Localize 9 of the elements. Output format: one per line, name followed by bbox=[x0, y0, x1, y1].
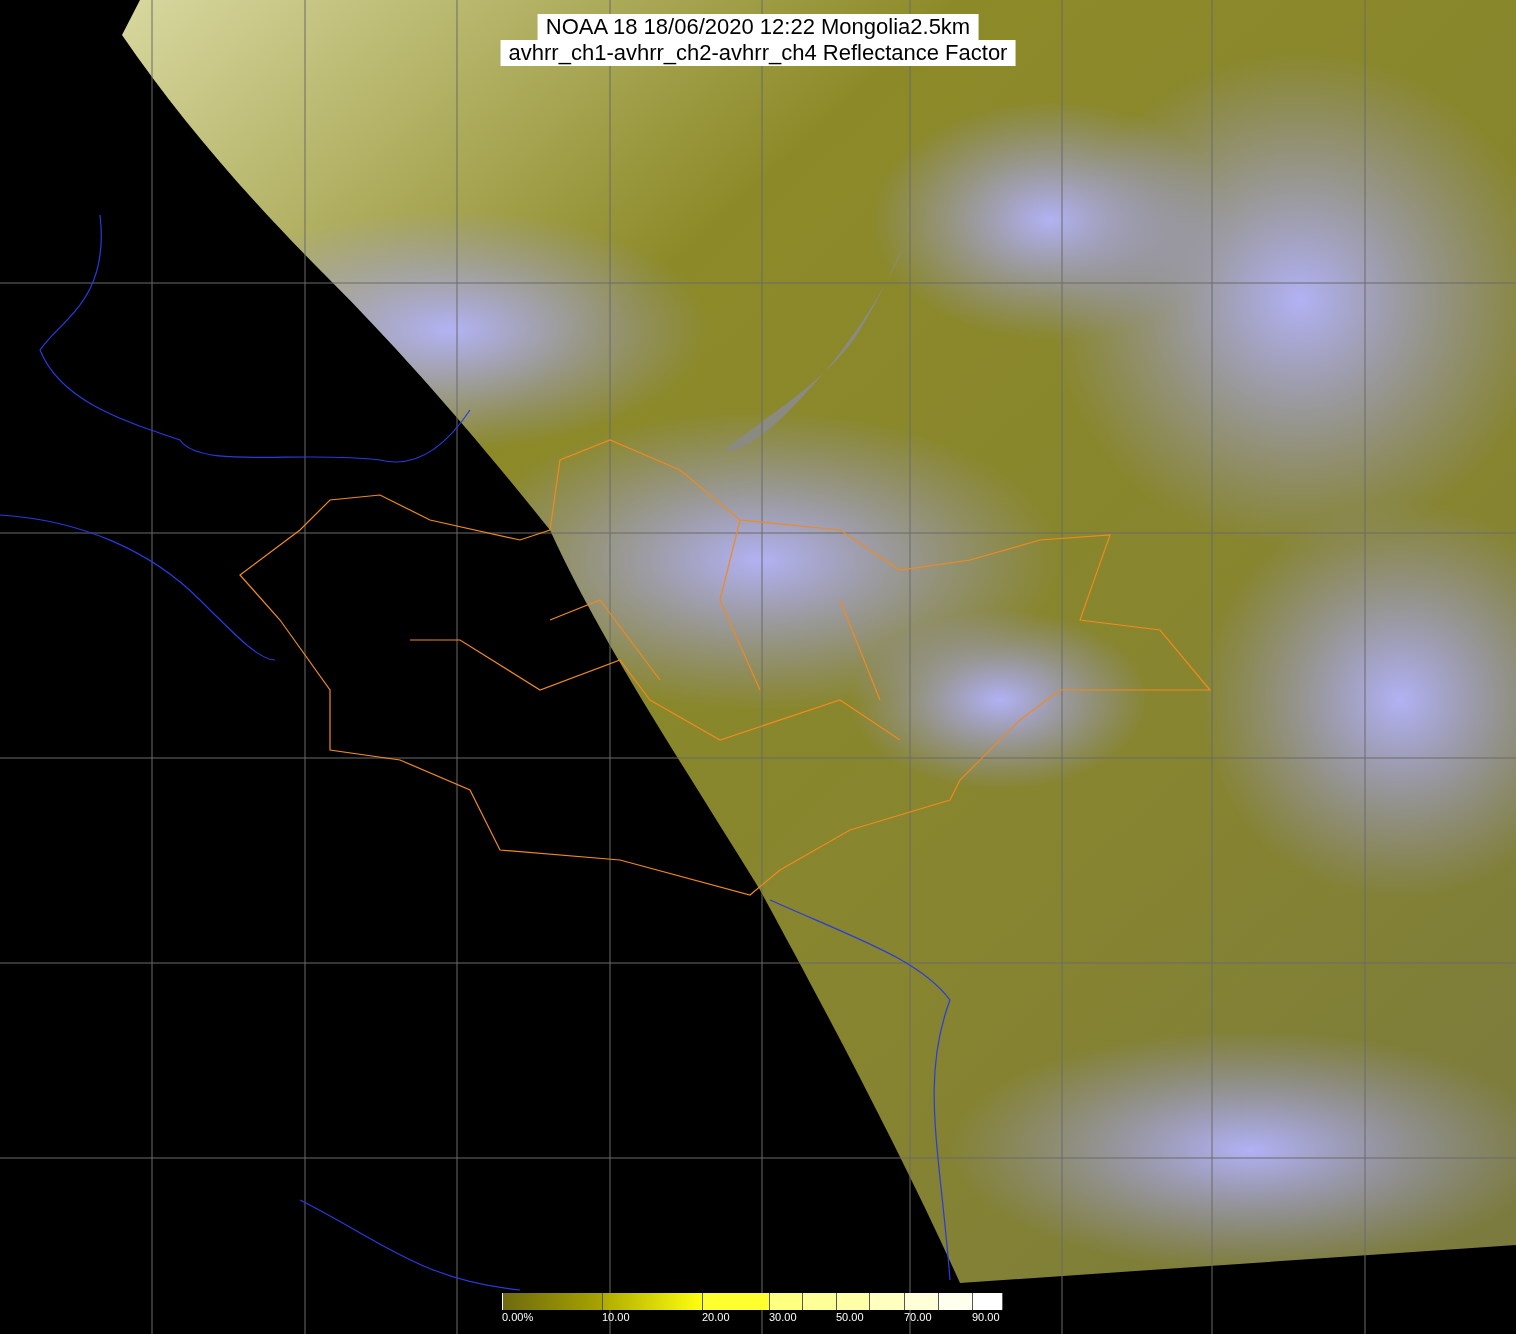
colorbar-label: 20.00 bbox=[702, 1310, 730, 1324]
colorbar-label: 0.00% bbox=[502, 1310, 534, 1324]
colorbar-label: 50.00 bbox=[836, 1310, 864, 1324]
map-title: NOAA 18 18/06/2020 12:22 Mongolia2.5km bbox=[537, 14, 979, 40]
map-title: avhrr_ch1-avhrr_ch2-avhrr_ch4 Reflectance Factor bbox=[500, 40, 1016, 66]
colorbar-label: 90.00 bbox=[972, 1310, 1000, 1324]
colorbar-label: 70.00 bbox=[904, 1310, 932, 1324]
colorbar-label: 30.00 bbox=[769, 1310, 797, 1324]
colorbar-label: 10.00 bbox=[602, 1310, 630, 1324]
